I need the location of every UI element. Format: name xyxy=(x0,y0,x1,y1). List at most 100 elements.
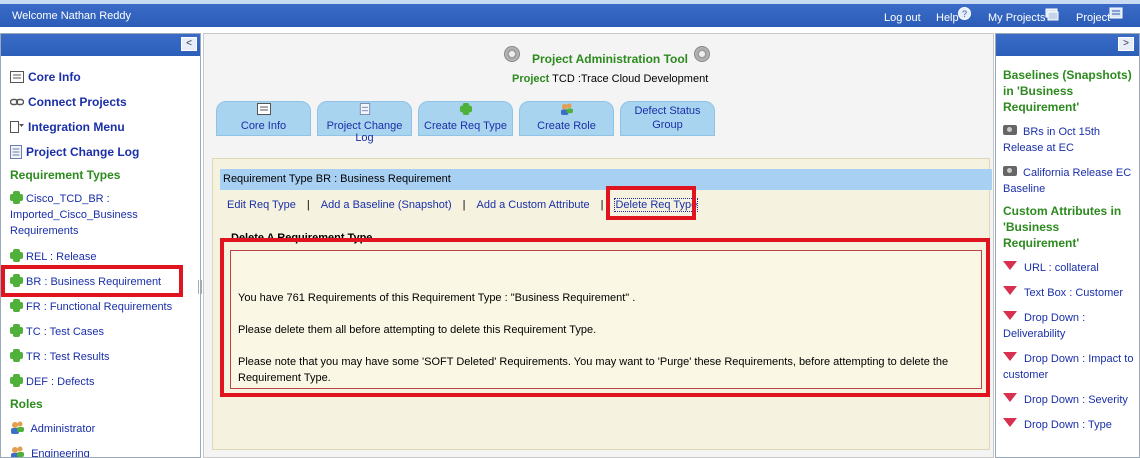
puzzle-icon xyxy=(10,324,23,337)
baseline-item[interactable]: BRs in Oct 15th Release at EC xyxy=(1003,124,1135,156)
right-sidebar: > Baselines (Snapshots) in 'Business Req… xyxy=(995,33,1140,458)
nav-connect-projects-label: Connect Projects xyxy=(28,95,127,109)
help-link[interactable]: Help xyxy=(936,12,959,24)
attribute-item[interactable]: Drop Down : Type xyxy=(1003,417,1135,433)
req-type-label: REL : Release xyxy=(26,251,97,263)
req-type-label: TR : Test Results xyxy=(26,351,110,363)
tab-label: Project Change Log xyxy=(326,120,403,144)
message-line: Please note that you may have some 'SOFT… xyxy=(238,356,949,384)
attribute-item[interactable]: Drop Down : Deliverability xyxy=(1003,310,1135,342)
edit-req-type-link[interactable]: Edit Req Type xyxy=(227,199,296,211)
tab-label: Core Info xyxy=(240,120,287,132)
req-type-label: DEF : Defects xyxy=(26,376,95,388)
puzzle-icon xyxy=(10,349,23,362)
baseline-label: California Release EC Baseline xyxy=(1003,167,1132,195)
tab-label: Defect Status Group xyxy=(634,105,701,131)
users-icon xyxy=(10,446,24,457)
my-projects-link[interactable]: My Projects xyxy=(988,12,1045,24)
projects-icon[interactable] xyxy=(1045,7,1059,21)
core-info-icon xyxy=(256,103,271,115)
gem-icon xyxy=(1003,393,1017,402)
req-type-item[interactable]: DEF : Defects xyxy=(10,374,94,390)
role-item[interactable]: Engineering xyxy=(10,446,90,458)
nav-connect-projects[interactable]: Connect Projects xyxy=(10,95,127,109)
help-icon[interactable]: ? xyxy=(958,7,971,20)
baseline-item[interactable]: California Release EC Baseline xyxy=(1003,165,1135,197)
left-sidebar: < Core Info Connect Projects Integration… xyxy=(0,33,201,458)
baselines-heading: Baselines (Snapshots) in 'Business Requi… xyxy=(1003,68,1132,114)
gem-icon xyxy=(1003,261,1017,270)
tab-label: Create Role xyxy=(537,120,596,132)
tab-label: Create Req Type xyxy=(424,120,507,132)
project-label: Project xyxy=(512,73,550,85)
message-line: Please delete them all before attempting… xyxy=(238,324,597,336)
gem-icon xyxy=(1003,311,1017,320)
attribute-item[interactable]: Text Box : Customer xyxy=(1003,285,1135,301)
puzzle-icon xyxy=(10,274,23,287)
project-link[interactable]: Project xyxy=(1076,12,1110,24)
collapse-right-button[interactable]: > xyxy=(1118,37,1134,51)
tool-title: Project Administration Tool xyxy=(532,52,689,66)
req-type-item-selected[interactable]: BR : Business Requirement xyxy=(10,274,161,290)
action-links: Edit Req Type | Add a Baseline (Snapshot) |… xyxy=(227,198,699,212)
gear-icon xyxy=(504,46,520,62)
top-bar: Welcome Nathan Reddy Log out Help ? My P… xyxy=(0,0,1140,27)
req-type-item[interactable]: TC : Test Cases xyxy=(10,324,104,340)
attribute-label: Text Box : Customer xyxy=(1024,287,1124,299)
nav-integration-menu[interactable]: Integration Menu xyxy=(10,120,125,134)
tab-create-role[interactable]: Create Role xyxy=(519,101,614,136)
req-type-header: Requirement Type BR : Business Requireme… xyxy=(220,169,992,190)
left-splitter-handle[interactable] xyxy=(198,280,202,294)
camera-icon xyxy=(1003,125,1017,135)
separator: | xyxy=(600,199,604,211)
collapse-left-button[interactable]: < xyxy=(181,37,197,51)
puzzle-icon xyxy=(459,103,472,115)
attribute-item[interactable]: Drop Down : Severity xyxy=(1003,392,1135,408)
nav-project-change-log-label: Project Change Log xyxy=(26,145,140,159)
tab-project-change-log[interactable]: Project Change Log xyxy=(317,101,412,144)
delete-message-box: You have 761 Requirements of this Requir… xyxy=(230,250,982,389)
tab-create-req-type[interactable]: Create Req Type xyxy=(418,101,513,136)
req-type-label: BR : Business Requirement xyxy=(26,276,162,288)
attribute-item[interactable]: URL : collateral xyxy=(1003,260,1135,276)
project-line: Project TCD :Trace Cloud Development xyxy=(512,73,708,85)
delete-section-title: Delete A Requirement Type xyxy=(231,232,373,244)
welcome-text: Welcome Nathan Reddy xyxy=(12,10,132,22)
tab-core-info[interactable]: Core Info xyxy=(216,101,311,136)
gear-icon xyxy=(694,46,710,62)
req-type-label: FR : Functional Requirements xyxy=(26,301,173,313)
role-label: Engineering xyxy=(31,448,90,458)
document-icon xyxy=(10,145,22,159)
add-custom-attribute-link[interactable]: Add a Custom Attribute xyxy=(477,199,590,211)
custom-attributes-heading: Custom Attributes in 'Business Requireme… xyxy=(1003,204,1122,250)
req-type-item[interactable]: Cisco_TCD_BR : Imported_Cisco_Business R… xyxy=(10,191,160,239)
puzzle-icon xyxy=(10,299,23,312)
role-item[interactable]: Administrator xyxy=(10,421,95,437)
req-type-item[interactable]: REL : Release xyxy=(10,249,97,265)
req-type-item[interactable]: FR : Functional Requirements xyxy=(10,299,172,315)
baseline-label: BRs in Oct 15th Release at EC xyxy=(1003,126,1101,154)
project-icon[interactable] xyxy=(1109,7,1123,19)
attribute-label: Drop Down : Severity xyxy=(1024,394,1128,406)
add-baseline-link[interactable]: Add a Baseline (Snapshot) xyxy=(321,199,452,211)
req-type-label: Cisco_TCD_BR : Imported_Cisco_Business R… xyxy=(10,193,138,237)
users-icon xyxy=(560,103,573,115)
delete-req-type-link[interactable]: Delete Req Type xyxy=(614,198,699,212)
requirement-types-heading: Requirement Types xyxy=(10,168,121,182)
puzzle-icon xyxy=(10,374,23,387)
project-name: TCD :Trace Cloud Development xyxy=(552,73,709,85)
roles-heading: Roles xyxy=(10,397,43,411)
puzzle-icon xyxy=(10,191,23,204)
separator: | xyxy=(306,199,310,211)
logout-link[interactable]: Log out xyxy=(884,12,921,24)
tab-defect-status-group[interactable]: Defect Status Group xyxy=(620,101,715,136)
attribute-item[interactable]: Drop Down : Impact to customer xyxy=(1003,351,1135,383)
nav-core-info[interactable]: Core Info xyxy=(10,70,81,84)
document-icon xyxy=(359,103,370,115)
req-type-item[interactable]: TR : Test Results xyxy=(10,349,110,365)
nav-integration-menu-label: Integration Menu xyxy=(28,120,125,134)
nav-project-change-log[interactable]: Project Change Log xyxy=(10,145,139,159)
role-label: Administrator xyxy=(30,423,96,435)
left-sidebar-header: < xyxy=(1,34,200,56)
camera-icon xyxy=(1003,166,1017,176)
